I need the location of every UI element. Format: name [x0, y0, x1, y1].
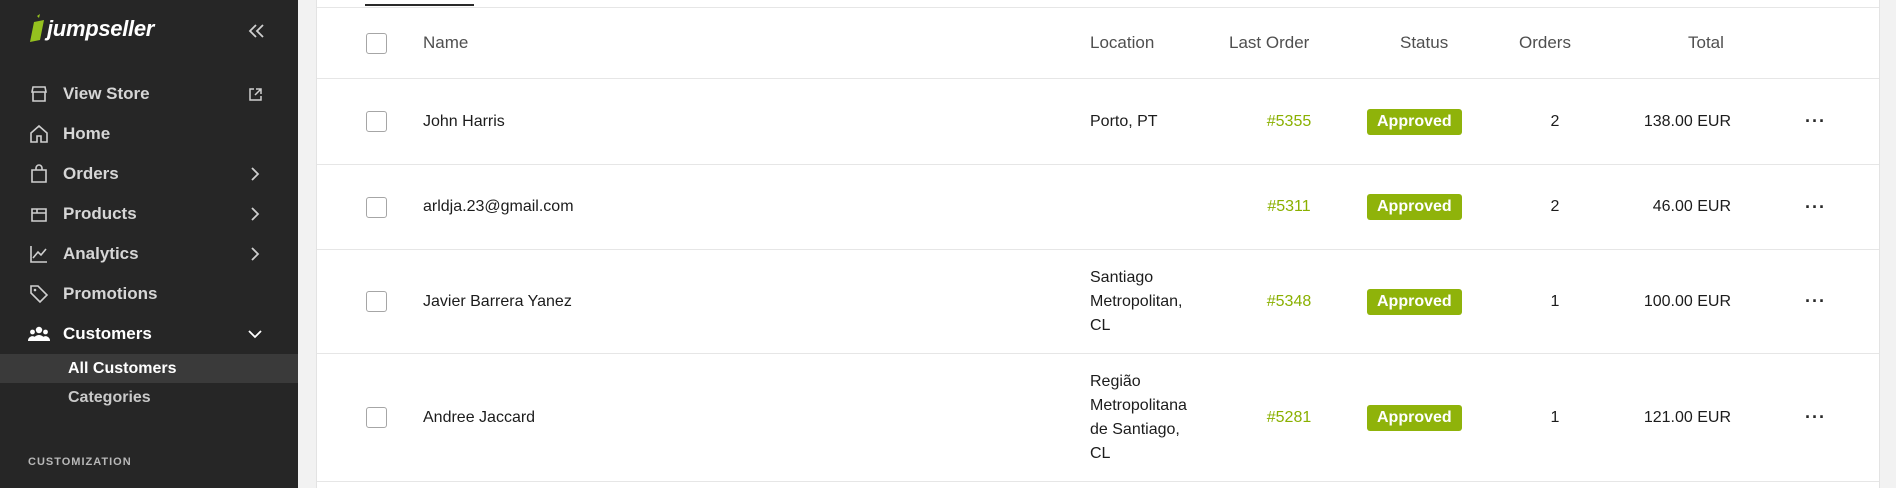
chevron-down-icon: [244, 323, 266, 345]
column-header-location[interactable]: Location: [1090, 8, 1154, 78]
brand-name: jumpseller: [47, 16, 155, 41]
customer-location: Região Metropolitana de Santiago, CL: [1090, 372, 1187, 462]
chevron-right-icon: [244, 163, 266, 185]
last-order-link[interactable]: #5311: [1267, 198, 1310, 216]
order-total: 138.00 EUR: [1643, 112, 1731, 130]
customer-name[interactable]: John Harris: [423, 79, 505, 164]
sidebar-item-label: Orders: [63, 164, 119, 183]
customer-location: Porto, PT: [1090, 112, 1158, 130]
sidebar-item-label: Customers: [63, 324, 152, 343]
select-all-checkbox[interactable]: [366, 32, 387, 54]
users-icon: [28, 323, 50, 345]
orders-count: 1: [1550, 408, 1560, 426]
brand-logo[interactable]: jumpseller: [28, 14, 154, 44]
table-row[interactable]: Javier Barrera Yanez Santiago Metropolit…: [317, 250, 1879, 354]
tag-icon: [28, 283, 50, 305]
sidebar-item-analytics[interactable]: Analytics: [0, 234, 298, 274]
row-checkbox[interactable]: [366, 291, 387, 312]
home-icon: [28, 123, 50, 145]
order-total: 46.00 EUR: [1652, 198, 1731, 215]
sub-item-categories[interactable]: Categories: [0, 383, 298, 412]
sidebar-item-label: Analytics: [63, 244, 139, 263]
column-header-total[interactable]: Total: [1688, 8, 1724, 78]
sidebar-item-orders[interactable]: Orders: [0, 154, 298, 194]
status-badge: Approved: [1367, 108, 1462, 135]
status-badge: Approved: [1367, 194, 1462, 220]
sidebar-item-view-store[interactable]: View Store: [0, 74, 298, 114]
order-total: 100.00 EUR: [1643, 292, 1731, 310]
order-total: 121.00 EUR: [1643, 408, 1731, 426]
sidebar: jumpseller View Store Home Orders Produc…: [0, 0, 298, 488]
sidebar-item-customers[interactable]: Customers: [0, 314, 298, 354]
double-chevron-left-icon: [248, 24, 264, 38]
table-row[interactable]: arldja.23@gmail.com #5311 Approved 2 46.…: [317, 165, 1879, 250]
section-label-customization: CUSTOMIZATION: [28, 456, 132, 468]
sub-item-all-customers[interactable]: All Customers: [0, 354, 298, 383]
collapse-sidebar-button[interactable]: [244, 18, 270, 44]
row-checkbox[interactable]: [366, 407, 387, 428]
sidebar-item-label: Home: [63, 124, 111, 143]
last-order-link[interactable]: #5348: [1267, 293, 1312, 311]
table-header-row: Name Location Last Order Status Orders T…: [317, 8, 1879, 79]
sidebar-item-label: Promotions: [63, 284, 158, 303]
more-actions-icon[interactable]: ···: [1805, 407, 1826, 428]
table-row[interactable]: Andree Jaccard Região Metropolitana de S…: [317, 354, 1879, 482]
customer-name[interactable]: arldja.23@gmail.com: [423, 165, 574, 249]
sidebar-item-promotions[interactable]: Promotions: [0, 274, 298, 314]
column-header-name[interactable]: Name: [423, 8, 468, 78]
orders-count: 2: [1550, 198, 1560, 215]
column-header-orders[interactable]: Orders: [1519, 8, 1571, 78]
last-order-link[interactable]: #5281: [1267, 409, 1312, 427]
sidebar-item-label: View Store: [63, 84, 150, 103]
chart-icon: [28, 243, 50, 265]
customer-name[interactable]: Andree Jaccard: [423, 354, 535, 481]
customers-sub-nav: All Customers Categories: [0, 354, 298, 412]
orders-count: 2: [1550, 112, 1560, 130]
status-badge: Approved: [1367, 288, 1462, 315]
bag-icon: [28, 163, 50, 185]
active-tab-indicator: [365, 4, 474, 6]
sidebar-item-products[interactable]: Products: [0, 194, 298, 234]
box-icon: [28, 203, 50, 225]
customer-name[interactable]: Javier Barrera Yanez: [423, 250, 572, 353]
external-link-icon: [244, 83, 266, 105]
status-badge: Approved: [1367, 404, 1462, 431]
row-checkbox[interactable]: [366, 196, 387, 218]
orders-count: 1: [1550, 292, 1560, 310]
jumpseller-logo-icon: [30, 14, 44, 42]
customer-location: Santiago Metropolitan, CL: [1090, 268, 1183, 334]
more-actions-icon[interactable]: ···: [1805, 111, 1826, 132]
last-order-link[interactable]: #5355: [1267, 113, 1312, 131]
chevron-right-icon: [244, 203, 266, 225]
customers-table-panel: Name Location Last Order Status Orders T…: [316, 0, 1880, 488]
sidebar-nav: View Store Home Orders Products Analytic…: [0, 74, 298, 412]
table-row[interactable]: John Harris Porto, PT #5355 Approved 2 1…: [317, 79, 1879, 165]
row-checkbox[interactable]: [366, 111, 387, 132]
column-header-last-order[interactable]: Last Order: [1229, 8, 1309, 78]
store-icon: [28, 83, 50, 105]
more-actions-icon[interactable]: ···: [1805, 197, 1826, 218]
column-header-status[interactable]: Status: [1400, 8, 1448, 78]
sidebar-item-home[interactable]: Home: [0, 114, 298, 154]
sidebar-item-label: Products: [63, 204, 137, 223]
chevron-right-icon: [244, 243, 266, 265]
more-actions-icon[interactable]: ···: [1805, 291, 1826, 312]
